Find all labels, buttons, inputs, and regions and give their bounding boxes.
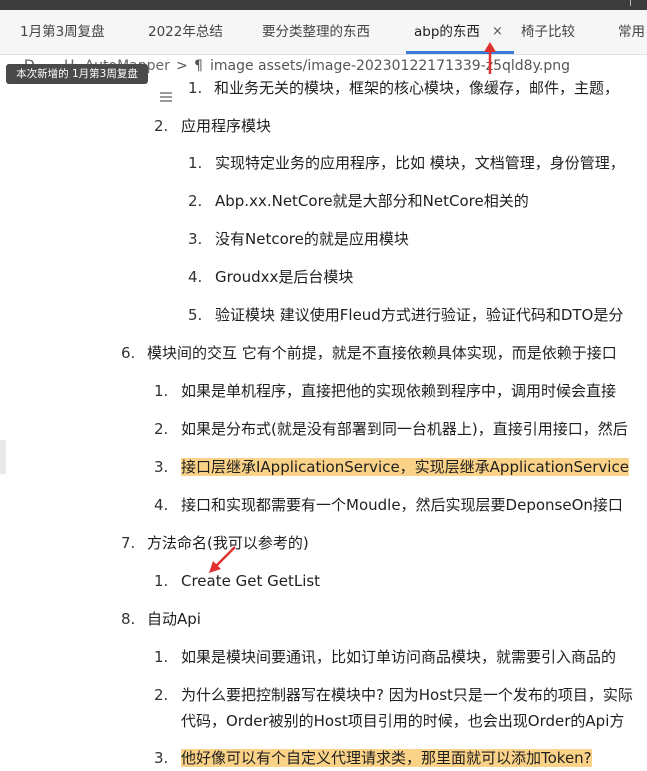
list-item-text[interactable]: 他好像可以有个自定义代理请求类，那里面就可以添加Token? bbox=[181, 745, 592, 771]
list-item-text[interactable]: 和业务无关的模块，框架的核心模块，像缓存，邮件，主题， bbox=[214, 75, 619, 101]
red-arrow-tab bbox=[484, 42, 496, 74]
list-item-text[interactable]: 验证模块 建议使用Fleud方式进行验证，验证代码和DTO是分 bbox=[215, 302, 623, 328]
list-item-text[interactable]: 自动Api bbox=[147, 606, 201, 632]
list-item-text[interactable]: 如果是分布式(就是没有部署到同一台机器上)，直接引用接口，然后 bbox=[181, 416, 628, 442]
breadcrumb-file[interactable]: image assets/image-20230122171339-z5qld8… bbox=[210, 58, 570, 74]
list-item-text[interactable]: 代码，Order被别的Host项目引用的时候，也会出现Order的Api方 bbox=[181, 708, 624, 734]
list-number: 3. bbox=[154, 749, 169, 767]
tab-bar: 1月第3周复盘 2022年总结 要分类整理的东西 abp的东西 椅子比较 常用 bbox=[0, 10, 647, 55]
list-number: 2. bbox=[154, 420, 169, 438]
tab-common[interactable]: 常用 bbox=[618, 10, 645, 54]
tooltip: 本次新增的 1月第3周复盘 bbox=[6, 64, 148, 84]
list-number: 6. bbox=[121, 344, 136, 362]
highlighted-text: 接口层继承IApplicationService，实现层继承Applicatio… bbox=[181, 458, 629, 476]
list-number: 8. bbox=[121, 610, 136, 628]
list-number: 2. bbox=[188, 192, 203, 210]
list-item-text[interactable]: 接口层继承IApplicationService，实现层继承Applicatio… bbox=[181, 454, 629, 480]
tab-2022-summary[interactable]: 2022年总结 bbox=[148, 10, 223, 54]
highlighted-text: 他好像可以有个自定义代理请求类，那里面就可以添加Token? bbox=[181, 749, 592, 767]
paragraph-icon: ¶ bbox=[194, 58, 203, 74]
list-item-text[interactable]: 实现特定业务的应用程序，比如 模块，文档管理，身份管理， bbox=[215, 150, 625, 176]
breadcrumb-separator: > bbox=[176, 58, 188, 74]
list-item-text[interactable]: 没有Netcore的就是应用模块 bbox=[215, 226, 409, 252]
list-number: 1. bbox=[154, 382, 169, 400]
list-number: 1. bbox=[188, 79, 203, 97]
list-item-text[interactable]: 应用程序模块 bbox=[181, 113, 271, 139]
list-item-text[interactable]: 如果是模块间要通讯，比如订单访问商品模块，就需要引入商品的 bbox=[181, 644, 616, 670]
list-item-text[interactable]: 为什么要把控制器写在模块中? 因为Host只是一个发布的项目，实际 bbox=[181, 682, 633, 708]
list-item-text[interactable]: Abp.xx.NetCore就是大部分和NetCore相关的 bbox=[215, 188, 529, 214]
top-marker bbox=[630, 0, 631, 6]
list-item-text[interactable]: 模块间的交互 它有个前提，就是不直接依赖具体实现，而是依赖于接口 bbox=[147, 340, 617, 366]
list-number: 2. bbox=[154, 117, 169, 135]
list-number: 5. bbox=[188, 306, 203, 324]
list-number: 3. bbox=[188, 230, 203, 248]
block-menu-icon[interactable] bbox=[160, 92, 172, 106]
list-item-text[interactable]: 如果是单机程序，直接把他的实现依赖到程序中，调用时候会直接 bbox=[181, 378, 616, 404]
list-item-text[interactable]: 接口和实现都需要有一个Moudle，然后实现层要DeponseOn接口 bbox=[181, 492, 623, 518]
list-number: 1. bbox=[154, 572, 169, 590]
list-number: 1. bbox=[154, 648, 169, 666]
list-number: 7. bbox=[121, 534, 136, 552]
window-top-strip bbox=[0, 0, 647, 10]
list-number: 2. bbox=[154, 686, 169, 704]
red-arrow-create bbox=[209, 546, 236, 573]
list-number: 4. bbox=[188, 268, 203, 286]
tab-chair-compare[interactable]: 椅子比较 bbox=[521, 10, 575, 54]
list-item-text[interactable]: Create Get GetList bbox=[181, 568, 320, 594]
tab-abp-notes[interactable]: abp的东西 bbox=[414, 10, 480, 54]
left-panel-handle[interactable] bbox=[0, 440, 6, 474]
tab-to-organize[interactable]: 要分类整理的东西 bbox=[262, 10, 370, 54]
list-item-text[interactable]: Groudxx是后台模块 bbox=[215, 264, 353, 290]
list-number: 1. bbox=[188, 154, 203, 172]
list-number: 3. bbox=[154, 458, 169, 476]
list-number: 4. bbox=[154, 496, 169, 514]
tab-week3-review[interactable]: 1月第3周复盘 bbox=[20, 10, 105, 54]
